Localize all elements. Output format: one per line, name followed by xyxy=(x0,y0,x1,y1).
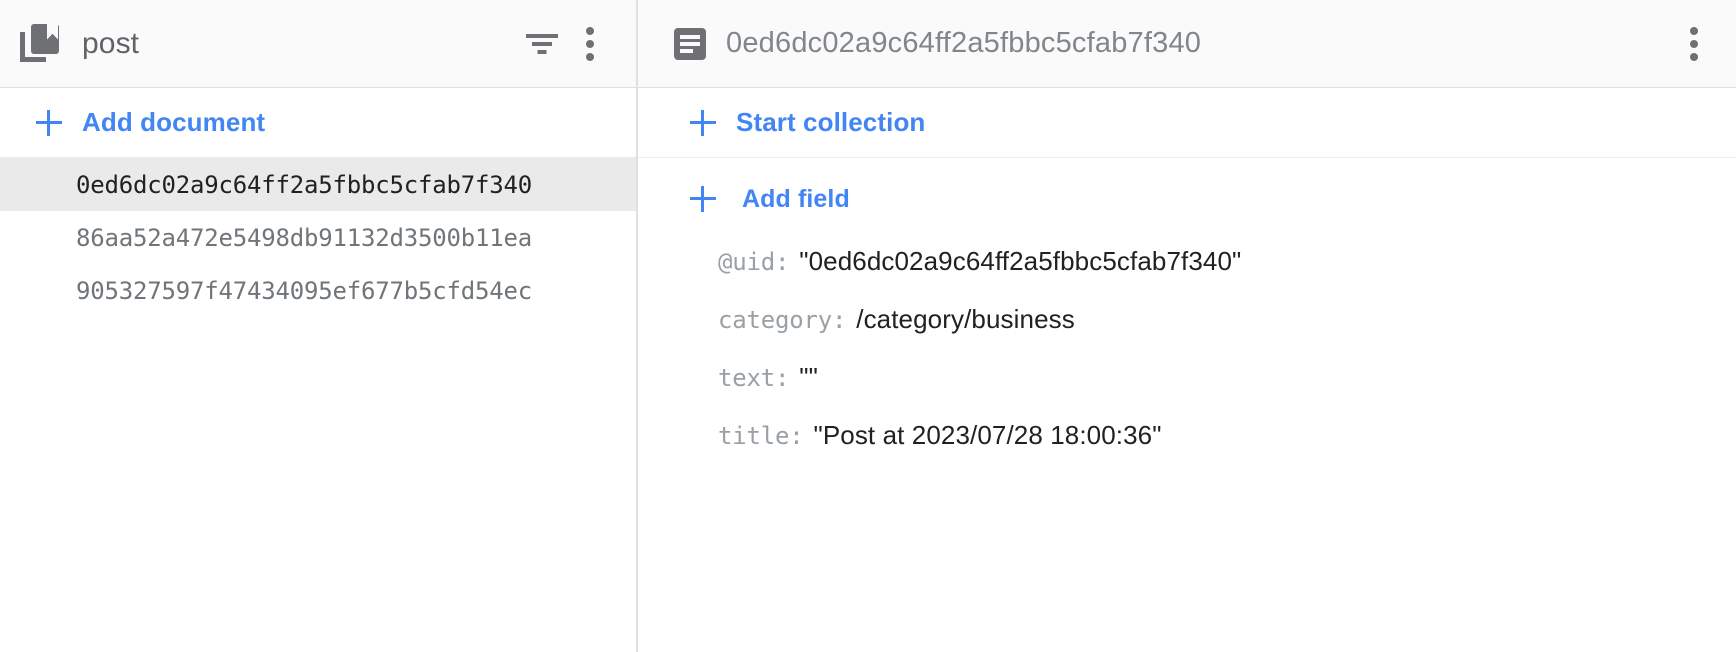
collection-name: post xyxy=(82,26,140,60)
field-value: "" xyxy=(799,362,818,392)
document-panel-header: 0ed6dc02a9c64ff2a5fbbc5cfab7f340 xyxy=(638,0,1736,88)
document-menu-button[interactable] xyxy=(1670,20,1718,68)
add-field-button[interactable]: Add field xyxy=(638,162,1736,236)
field-value: /category/business xyxy=(856,304,1075,334)
filter-button[interactable] xyxy=(518,20,566,68)
document-id-title: 0ed6dc02a9c64ff2a5fbbc5cfab7f340 xyxy=(726,27,1202,59)
more-vert-icon xyxy=(1690,26,1698,61)
field-row[interactable]: title: "Post at 2023/07/28 18:00:36" xyxy=(638,420,1736,478)
field-row[interactable]: text: "" xyxy=(638,362,1736,420)
field-key: title: xyxy=(718,422,804,450)
plus-icon xyxy=(36,109,62,136)
add-document-button[interactable]: Add document xyxy=(0,88,636,158)
document-list-item[interactable]: 905327597f47434095ef677b5cfd54ec xyxy=(0,264,636,317)
field-list: @uid: "0ed6dc02a9c64ff2a5fbbc5cfab7f340"… xyxy=(638,236,1736,652)
add-field-label: Add field xyxy=(742,184,850,213)
collection-menu-button[interactable] xyxy=(566,20,614,68)
filter-icon xyxy=(525,31,559,57)
start-collection-label: Start collection xyxy=(736,107,926,137)
field-row[interactable]: @uid: "0ed6dc02a9c64ff2a5fbbc5cfab7f340" xyxy=(638,246,1736,304)
field-key: @uid: xyxy=(718,248,790,276)
document-list-item[interactable]: 86aa52a472e5498db91132d3500b11ea xyxy=(0,211,636,264)
collection-panel-header: post xyxy=(0,0,636,88)
field-row[interactable]: category: /category/business xyxy=(638,304,1736,362)
start-collection-button[interactable]: Start collection xyxy=(638,88,1736,158)
field-value: "0ed6dc02a9c64ff2a5fbbc5cfab7f340" xyxy=(799,246,1242,276)
field-key: text: xyxy=(718,364,790,392)
add-document-label: Add document xyxy=(82,107,266,137)
document-list-item[interactable]: 0ed6dc02a9c64ff2a5fbbc5cfab7f340 xyxy=(0,158,636,211)
plus-icon xyxy=(690,109,716,136)
more-vert-icon xyxy=(586,26,594,61)
collection-panel: post Add document 0ed6dc02a9c64ff2a5fbbc… xyxy=(0,0,638,652)
collection-icon xyxy=(20,23,62,64)
document-icon xyxy=(674,27,706,60)
field-value: "Post at 2023/07/28 18:00:36" xyxy=(813,420,1162,450)
document-list: 0ed6dc02a9c64ff2a5fbbc5cfab7f340 86aa52a… xyxy=(0,158,636,652)
plus-icon xyxy=(690,186,716,212)
firestore-data-browser: post Add document 0ed6dc02a9c64ff2a5fbbc… xyxy=(0,0,1736,652)
document-panel: 0ed6dc02a9c64ff2a5fbbc5cfab7f340 Start c… xyxy=(638,0,1736,652)
field-key: category: xyxy=(718,306,847,334)
